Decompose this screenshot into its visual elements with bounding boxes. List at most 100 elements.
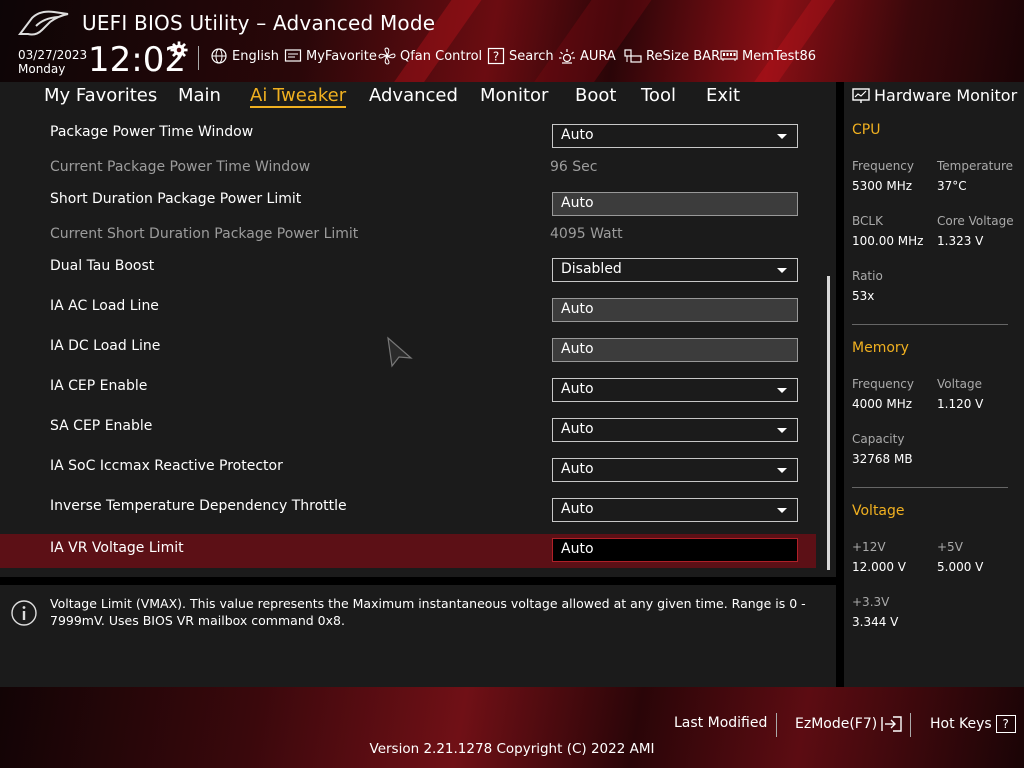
tab-advanced[interactable]: Advanced xyxy=(369,85,458,106)
memory-frequency-value: 4000 MHz xyxy=(852,397,913,411)
help-text: Voltage Limit (VMAX). This value represe… xyxy=(50,596,806,628)
day-label: Monday xyxy=(18,62,66,76)
ratio-value: 53x xyxy=(852,289,875,303)
setting-label: IA AC Load Line xyxy=(50,298,159,314)
hot-keys-button[interactable]: Hot Keys ? xyxy=(930,715,1016,733)
aura-label: AURA xyxy=(580,48,616,64)
setting-row[interactable]: SA CEP Enable Auto xyxy=(0,412,816,446)
ia-cep-enable-dropdown[interactable]: Auto xyxy=(552,378,798,402)
setting-label: Dual Tau Boost xyxy=(50,258,155,274)
ia-ac-load-line-input[interactable]: Auto xyxy=(552,298,798,322)
hardware-monitor-title: Hardware Monitor xyxy=(852,86,1017,105)
setting-label: Inverse Temperature Dependency Throttle xyxy=(50,498,347,514)
caret-down-icon xyxy=(777,428,787,433)
bclk-label: BCLK xyxy=(852,214,883,228)
tab-main[interactable]: Main xyxy=(178,85,221,106)
dropdown-value: Auto xyxy=(561,127,594,143)
ia-vr-voltage-limit-input[interactable]: Auto xyxy=(552,538,798,562)
monitor-icon xyxy=(852,87,870,103)
help-panel: Voltage Limit (VMAX). This value represe… xyxy=(0,585,836,687)
memtest-icon xyxy=(720,50,738,61)
memory-voltage-label: Voltage xyxy=(937,377,983,391)
setting-value: 4095 Watt xyxy=(550,226,623,242)
memory-heading: Memory xyxy=(852,340,909,356)
setting-row[interactable]: IA SoC Iccmax Reactive Protector Auto xyxy=(0,452,816,486)
scrollbar[interactable] xyxy=(827,276,830,570)
memtest86-label: MemTest86 xyxy=(742,48,817,64)
capacity-label: Capacity xyxy=(852,432,905,446)
setting-label: Package Power Time Window xyxy=(50,124,254,140)
caret-down-icon xyxy=(777,468,787,473)
setting-value: 96 Sec xyxy=(550,159,598,175)
caret-down-icon xyxy=(777,268,787,273)
ia-dc-load-line-input[interactable]: Auto xyxy=(552,338,798,362)
setting-row[interactable]: Package Power Time Window Auto xyxy=(0,118,816,152)
gear-icon[interactable] xyxy=(170,41,188,59)
info-icon xyxy=(11,600,37,626)
voltage-heading: Voltage xyxy=(852,503,905,519)
short-duration-power-limit-input[interactable]: Auto xyxy=(552,192,798,216)
setting-label: SA CEP Enable xyxy=(50,418,153,434)
header-bar: UEFI BIOS Utility – Advanced Mode 03/27/… xyxy=(0,0,1024,82)
sa-cep-enable-dropdown[interactable]: Auto xyxy=(552,418,798,442)
exit-arrow-icon xyxy=(881,716,902,732)
hardware-monitor-panel: Hardware Monitor CPU Frequency 5300 MHz … xyxy=(844,82,1024,687)
hot-keys-label: Hot Keys xyxy=(930,716,992,732)
setting-label: IA DC Load Line xyxy=(50,338,161,354)
divider xyxy=(852,324,1008,325)
qfan-control-button[interactable]: Qfan Control xyxy=(378,45,482,67)
setting-row-selected[interactable]: IA VR Voltage Limit Auto xyxy=(0,534,816,568)
tab-exit[interactable]: Exit xyxy=(706,85,740,106)
myfavorite-button[interactable]: MyFavorite xyxy=(284,45,377,67)
language-label: English xyxy=(232,48,279,64)
language-button[interactable]: English xyxy=(210,45,279,67)
setting-row[interactable]: IA AC Load Line Auto xyxy=(0,292,816,326)
bclk-value: 100.00 MHz xyxy=(852,234,924,248)
cpu-temperature-label: Temperature xyxy=(937,159,1014,173)
v12-value: 12.000 V xyxy=(852,560,907,574)
resize-bar-button[interactable]: ReSize BAR xyxy=(624,45,720,67)
cpu-frequency-value: 5300 MHz xyxy=(852,179,913,193)
dropdown-value: Auto xyxy=(561,421,594,437)
fan-icon xyxy=(378,47,396,65)
v33-label: +3.3V xyxy=(852,595,890,609)
v33-value: 3.344 V xyxy=(852,615,899,629)
setting-row: Current Short Duration Package Power Lim… xyxy=(0,220,816,254)
setting-row[interactable]: Inverse Temperature Dependency Throttle … xyxy=(0,492,816,526)
v12-label: +12V xyxy=(852,540,886,554)
divider xyxy=(852,487,1008,488)
resize-bar-label: ReSize BAR xyxy=(646,48,721,64)
tab-ai-tweaker[interactable]: Ai Tweaker xyxy=(250,85,347,108)
footer-divider xyxy=(910,713,911,737)
footer-bar: Last Modified EzMode(F7) Hot Keys ? Vers… xyxy=(0,687,1024,768)
package-power-time-window-dropdown[interactable]: Auto xyxy=(552,124,798,148)
favorite-icon xyxy=(284,49,302,62)
dropdown-value: Auto xyxy=(561,461,594,477)
last-modified-button[interactable]: Last Modified xyxy=(674,715,767,731)
setting-label: IA SoC Iccmax Reactive Protector xyxy=(50,458,283,474)
tab-boot[interactable]: Boot xyxy=(575,85,616,106)
capacity-value: 32768 MB xyxy=(852,452,913,466)
memtest86-button[interactable]: MemTest86 xyxy=(720,45,816,67)
ia-soc-iccmax-dropdown[interactable]: Auto xyxy=(552,458,798,482)
ezmode-button[interactable]: EzMode(F7) xyxy=(795,715,903,733)
tab-monitor[interactable]: Monitor xyxy=(480,85,548,106)
app-title: UEFI BIOS Utility – Advanced Mode xyxy=(82,11,436,35)
v5-value: 5.000 V xyxy=(937,560,984,574)
caret-down-icon xyxy=(777,388,787,393)
v5-label: +5V xyxy=(937,540,963,554)
setting-row[interactable]: Short Duration Package Power Limit Auto xyxy=(0,185,816,219)
footer-divider xyxy=(776,713,777,737)
tab-tool[interactable]: Tool xyxy=(641,85,676,106)
setting-row[interactable]: IA CEP Enable Auto xyxy=(0,372,816,406)
setting-row[interactable]: Dual Tau Boost Disabled xyxy=(0,252,816,286)
dropdown-value: Disabled xyxy=(561,261,622,277)
svg-text:?: ? xyxy=(493,50,499,64)
dual-tau-boost-dropdown[interactable]: Disabled xyxy=(552,258,798,282)
hardware-monitor-label: Hardware Monitor xyxy=(874,86,1018,105)
aura-button[interactable]: AURA xyxy=(558,45,616,67)
date-label: 03/27/2023 xyxy=(18,48,88,62)
tab-my-favorites[interactable]: My Favorites xyxy=(44,85,157,106)
inverse-temp-throttle-dropdown[interactable]: Auto xyxy=(552,498,798,522)
search-button[interactable]: ? Search xyxy=(487,45,554,67)
